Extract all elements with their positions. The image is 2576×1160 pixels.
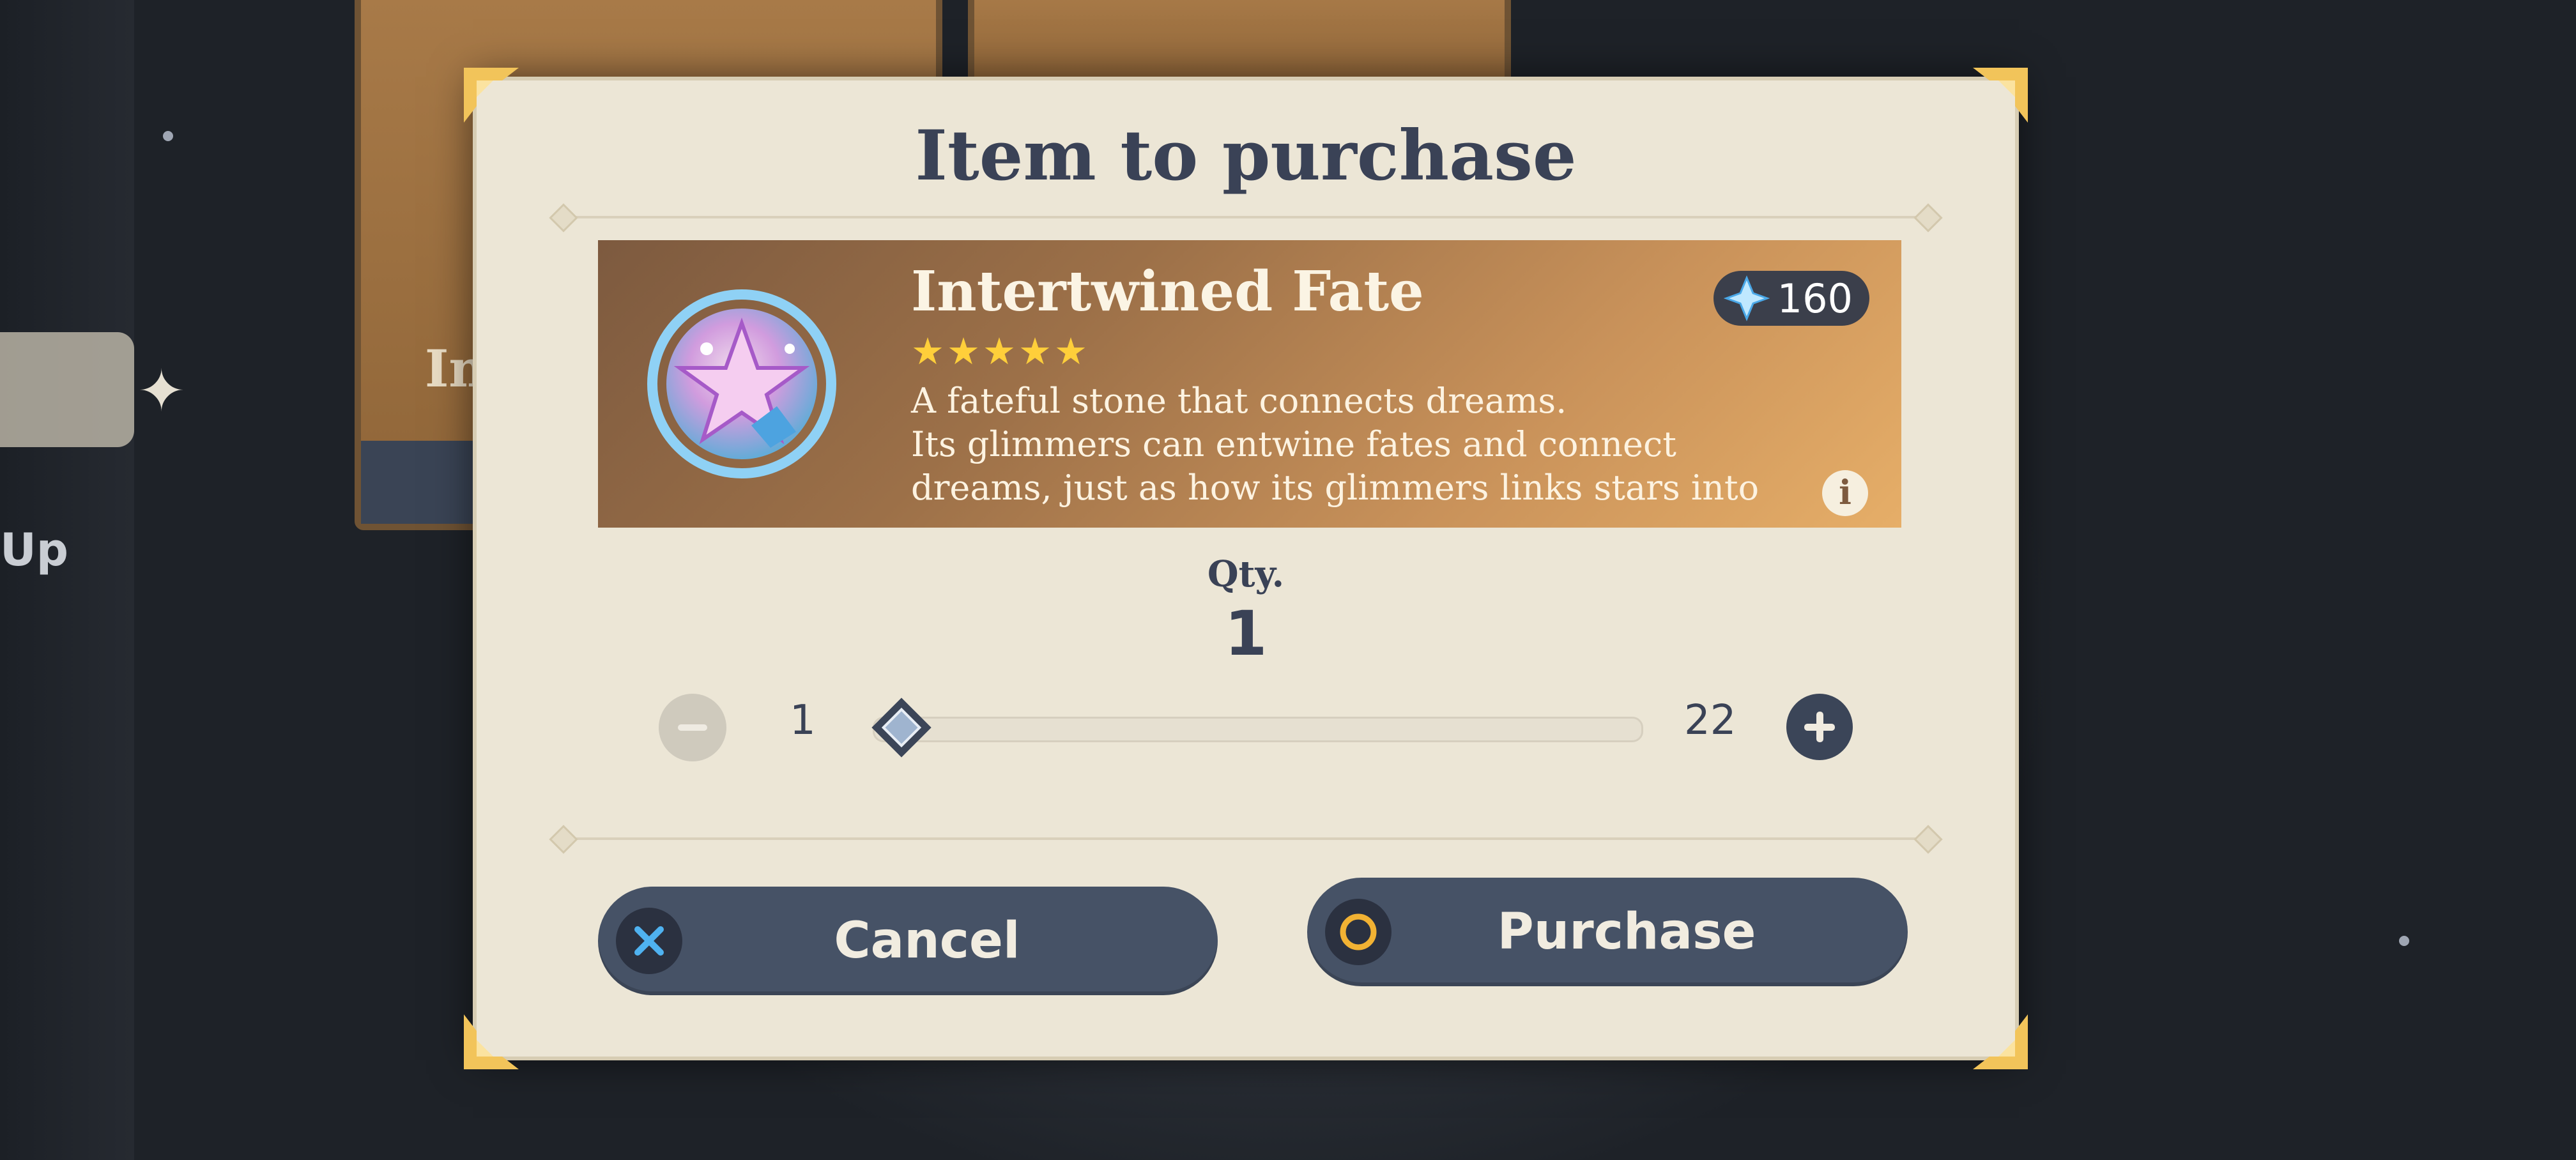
purchase-label: Purchase xyxy=(1497,903,1756,961)
decrease-quantity-button[interactable] xyxy=(659,694,726,761)
price-value: 160 xyxy=(1777,275,1853,322)
primogem-icon xyxy=(1723,275,1770,321)
corner-ornament-icon xyxy=(464,1014,519,1069)
info-icon[interactable]: i xyxy=(1822,470,1868,516)
cancel-label: Cancel xyxy=(834,912,1020,970)
background-dot xyxy=(2399,936,2409,946)
item-description: A fateful stone that connects dreams. It… xyxy=(911,379,1837,510)
item-banner: Intertwined Fate ★★★★★ A fateful stone t… xyxy=(598,240,1901,528)
quantity-min: 1 xyxy=(790,697,816,744)
item-name: Intertwined Fate xyxy=(911,259,1424,324)
quantity-value: 1 xyxy=(1224,598,1268,669)
quantity-label: Qty. xyxy=(1207,553,1285,595)
intertwined-fate-icon xyxy=(636,279,847,489)
quantity-slider-thumb[interactable] xyxy=(868,694,935,761)
corner-ornament-icon xyxy=(1973,68,2028,123)
dialog-title: Item to purchase xyxy=(915,116,1577,196)
background-left-panel xyxy=(0,0,134,1160)
quantity-slider-track[interactable] xyxy=(873,717,1643,742)
description-line: A fateful stone that connects dreams. xyxy=(911,381,1567,421)
description-line: dreams, just as how its glimmers links s… xyxy=(911,468,1759,508)
purchase-button[interactable]: Purchase xyxy=(1307,878,1908,986)
increase-quantity-button[interactable] xyxy=(1786,694,1853,760)
quantity-max: 22 xyxy=(1684,697,1736,744)
divider xyxy=(560,216,1932,218)
corner-ornament-icon xyxy=(464,68,519,123)
description-line: Its glimmers can entwine fates and conne… xyxy=(911,424,1676,464)
purchase-dialog: Item to purchase Intertwined Fate ★★★★★ … xyxy=(464,68,2028,1069)
background-side-label: Up xyxy=(0,524,68,576)
cancel-button[interactable]: Cancel xyxy=(598,887,1218,995)
price-badge: 160 xyxy=(1713,271,1869,326)
background-dot xyxy=(163,131,173,141)
corner-ornament-icon xyxy=(1973,1014,2028,1069)
background-tab-pill[interactable] xyxy=(0,332,134,447)
sparkle-icon: ✦ xyxy=(137,358,186,425)
rarity-stars: ★★★★★ xyxy=(911,330,1090,373)
divider xyxy=(560,837,1932,840)
